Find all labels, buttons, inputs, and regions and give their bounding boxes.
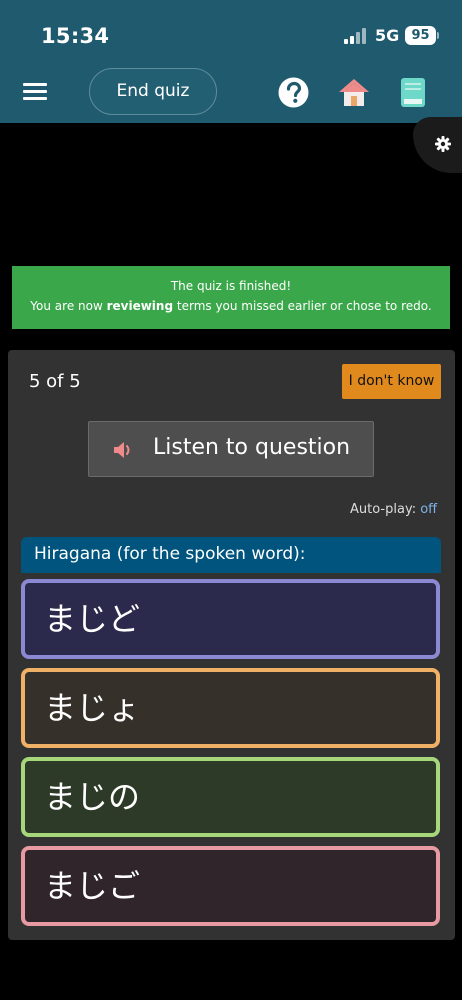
question-header: Hiragana (for the spoken word): — [21, 537, 441, 573]
autoplay-toggle[interactable]: off — [420, 502, 437, 517]
home-icon[interactable] — [338, 77, 370, 107]
answer-choice-3[interactable]: まじの — [21, 757, 440, 837]
banner-line-2: You are now reviewing terms you missed e… — [12, 299, 450, 313]
signal-icon — [344, 28, 370, 44]
banner-suffix: terms you missed earlier or chose to red… — [173, 299, 432, 313]
menu-icon[interactable] — [23, 83, 47, 101]
gear-icon[interactable] — [435, 136, 451, 152]
speaker-icon — [114, 442, 130, 458]
answer-choice-1[interactable]: まじど — [21, 579, 440, 659]
book-icon[interactable] — [400, 77, 426, 108]
banner-bold: reviewing — [106, 299, 174, 313]
listen-button[interactable]: Listen to question — [88, 421, 374, 477]
battery-icon: 95 — [405, 26, 436, 45]
battery-tip — [437, 32, 439, 39]
autoplay-setting: Auto-play: off — [350, 502, 437, 517]
answer-choice-2[interactable]: まじょ — [21, 668, 440, 748]
network-label: 5G — [375, 26, 400, 45]
listen-label: Listen to question — [153, 435, 351, 460]
banner-line-1: The quiz is finished! — [170, 279, 292, 293]
banner-prefix: You are now — [30, 299, 107, 313]
autoplay-label: Auto-play: — [350, 502, 417, 517]
question-counter: 5 of 5 — [29, 371, 81, 392]
help-icon[interactable] — [278, 77, 309, 108]
top-bar: 15:34 5G 95 End quiz — [0, 0, 462, 123]
status-time: 15:34 — [41, 24, 110, 48]
quiz-finished-banner: The quiz is finished! You are now review… — [12, 266, 450, 329]
dont-know-button[interactable]: I don't know — [342, 364, 441, 399]
end-quiz-button[interactable]: End quiz — [89, 68, 217, 115]
answer-choice-4[interactable]: まじご — [21, 846, 440, 926]
